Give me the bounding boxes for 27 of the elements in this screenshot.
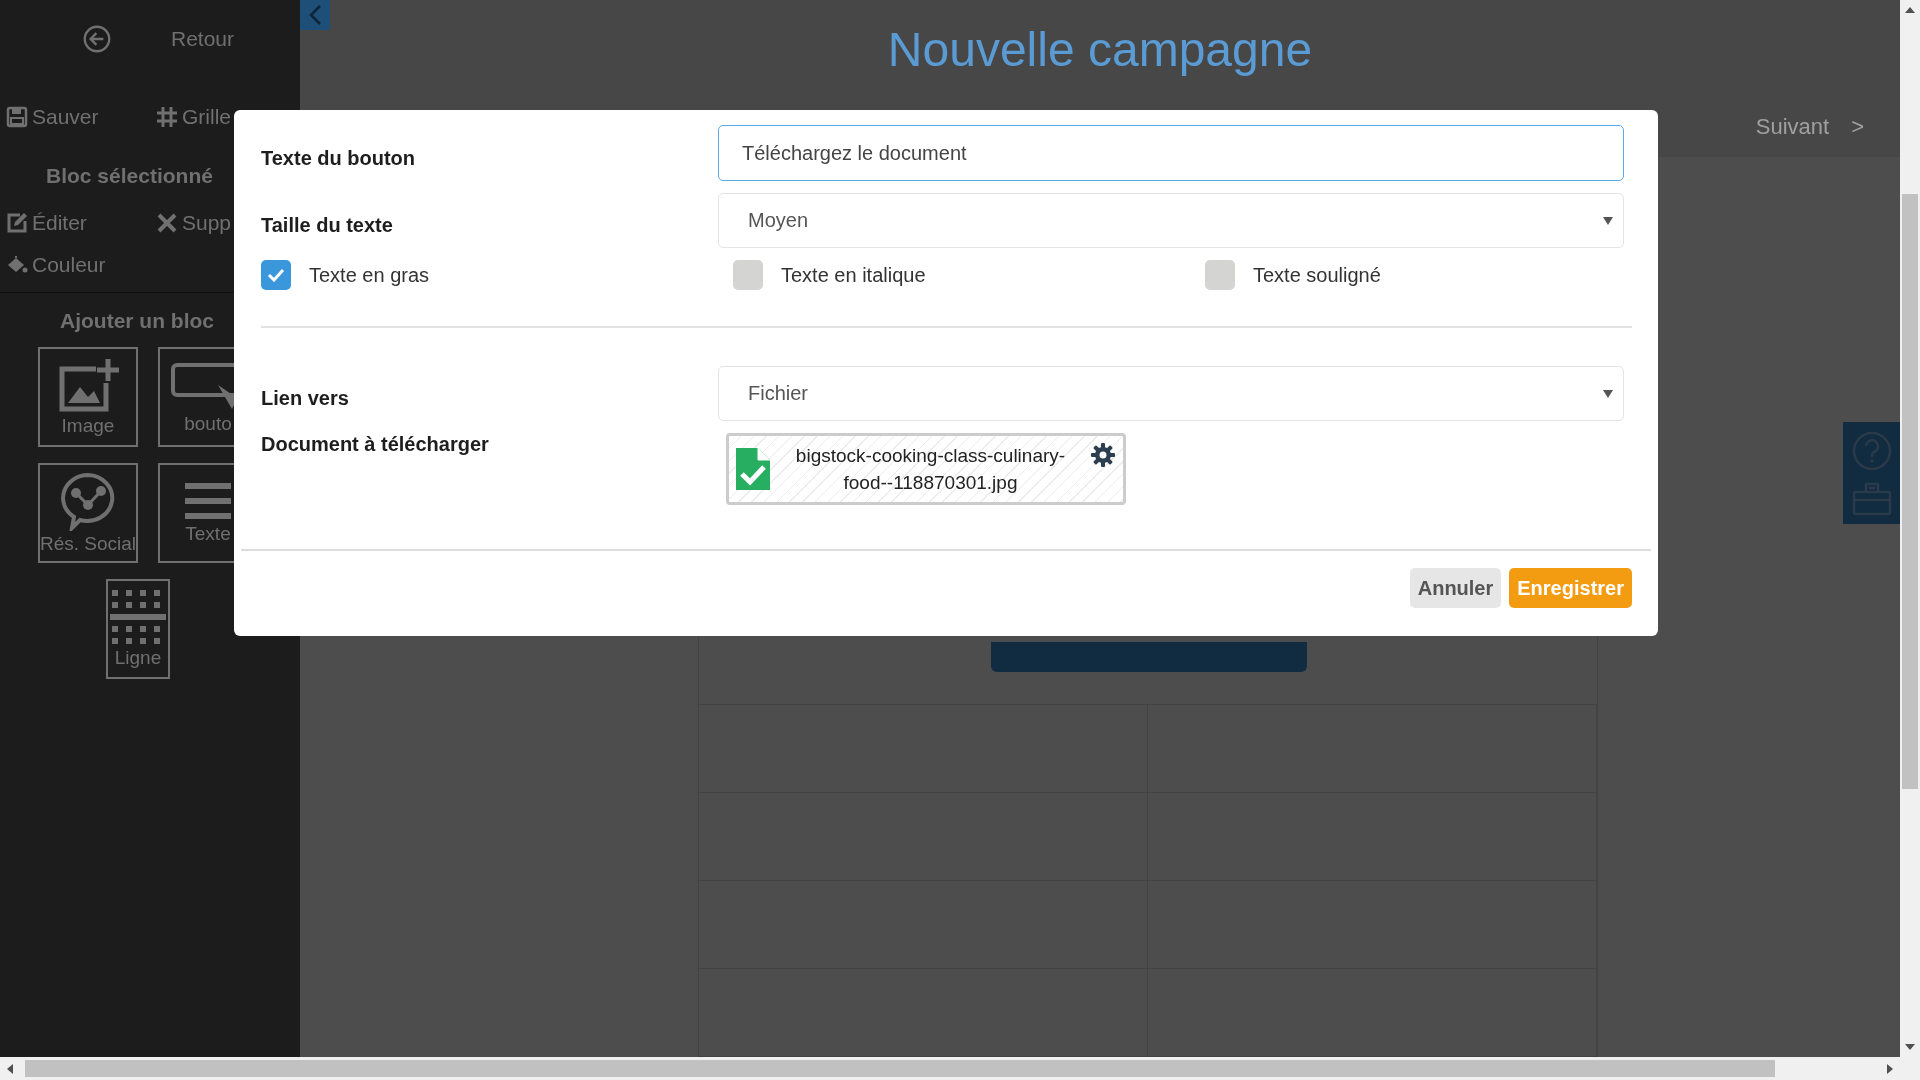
- text-field[interactable]: Téléchargez le document: [718, 125, 1624, 181]
- field-label: Taille du texte: [261, 213, 394, 237]
- field-label: Document à télécharger: [261, 433, 490, 456]
- sidebar-action[interactable]: Couleur: [6, 253, 156, 277]
- block-tile[interactable]: Rés. Social: [38, 463, 138, 563]
- dropdown[interactable]: Fichier: [718, 366, 1624, 421]
- save-button[interactable]: Enregistrer: [1509, 568, 1632, 608]
- field-label: Texte du bouton: [261, 145, 417, 170]
- file-name: bigstock-cooking-class-culinary-food--118870301.jpg: [794, 444, 1067, 495]
- back-link[interactable]: Retour: [170, 27, 234, 51]
- sidebar-action[interactable]: Sauver: [6, 105, 156, 129]
- sidebar-action[interactable]: Supp: [156, 211, 234, 235]
- checkbox-label: Texte en italique: [781, 263, 926, 287]
- file-card[interactable]: bigstock-cooking-class-culinary-food--118870301.jpg: [726, 433, 1126, 505]
- section-heading: Bloc sélectionné: [45, 164, 214, 188]
- block-tile[interactable]: Image: [38, 347, 138, 447]
- next-link[interactable]: Suivant >: [1755, 114, 1864, 140]
- block-tile[interactable]: Ligne: [106, 579, 170, 679]
- dropdown[interactable]: Moyen: [718, 193, 1624, 248]
- field-label: Lien vers: [261, 386, 350, 410]
- checkbox-label: Texte souligné: [1253, 263, 1381, 287]
- cancel-button[interactable]: Annuler: [1409, 568, 1502, 608]
- checkbox-label: Texte en gras: [309, 263, 430, 287]
- section-heading: Ajouter un bloc: [59, 309, 215, 333]
- sidebar-action[interactable]: Éditer: [6, 211, 156, 235]
- page-title: Nouvelle campagne: [887, 22, 1313, 77]
- sidebar-action[interactable]: Grille: [156, 105, 234, 129]
